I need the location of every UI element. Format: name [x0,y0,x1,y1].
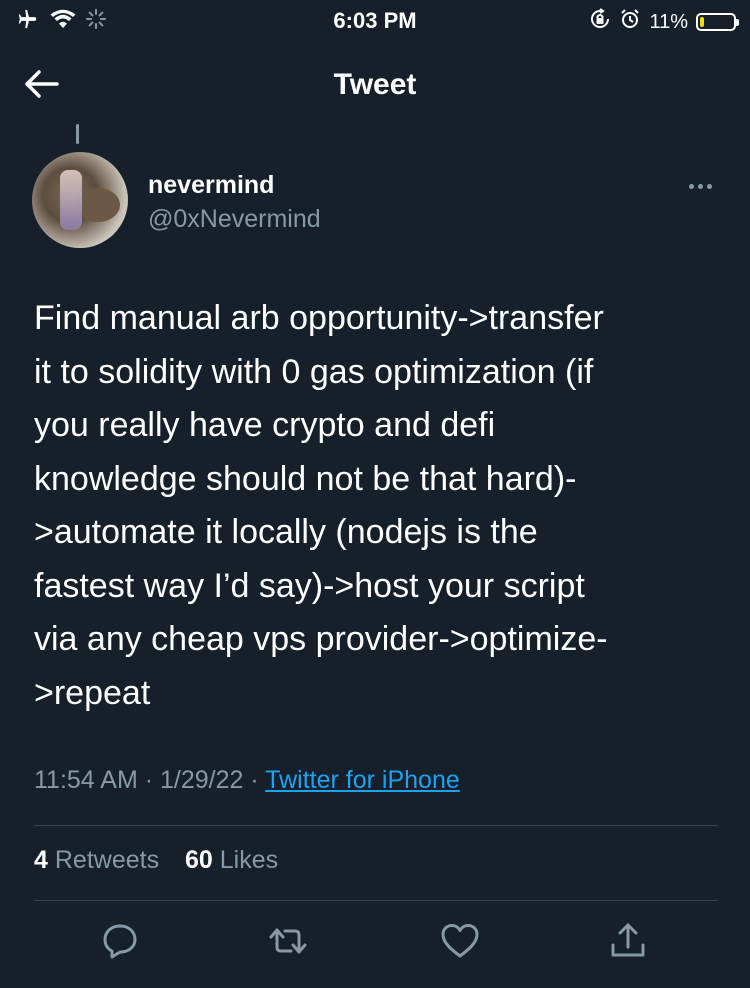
nav-bar: Tweet [0,52,750,118]
reply-button[interactable] [96,919,144,967]
status-right: 11% [589,8,739,36]
like-button[interactable] [436,919,484,967]
tweet-stats: 4 Retweets 60 Likes [34,846,278,875]
page-title: Tweet [333,68,417,101]
divider [34,825,718,826]
avatar-image-shape [76,188,120,222]
tweet-text-line: Find manual arb opportunity->transfer [34,299,604,337]
tweet-meta: 11:54 AM · 1/29/22 · Twitter for iPhone [34,766,460,795]
tweet-text-line: it to solidity with 0 gas optimization (… [34,352,594,391]
battery-icon [696,13,739,31]
tweet-text: Find manual arb opportunity->transfer it… [34,292,724,720]
retweets-label: Retweets [54,846,160,874]
orientation-lock-icon [589,8,611,36]
tweet-text-line: >automate it locally (nodejs is the [34,513,538,551]
retweet-icon [267,921,309,966]
meta-separator: · [144,766,161,794]
author-name[interactable]: nevermind [148,171,274,200]
tweet-date: 1/29/22 [160,766,244,794]
status-bar: 6:03 PM 11% [0,0,750,44]
retweets-stat[interactable]: 4 Retweets [34,846,159,874]
tweet-text-line: knowledge should not be that hard)- [34,459,577,498]
retweet-button[interactable] [264,919,312,967]
battery-percent: 11% [649,10,688,33]
more-dot-icon [706,183,712,189]
tweet-source-link[interactable]: Twitter for iPhone [265,766,460,794]
alarm-icon [619,8,641,36]
share-button[interactable] [604,919,652,967]
thread-connector-line [76,124,79,144]
divider [34,900,718,901]
tweet-text-line: you really have crypto and defi [34,406,496,444]
tweet-text-line: >repeat [34,673,151,712]
tweet-text-line: fastest way I’d say)->host your script [34,566,585,605]
meta-separator: · [250,766,266,794]
heart-icon [439,921,481,966]
more-dot-icon [697,183,703,189]
tweet-text-line: via any cheap vps provider->optimize- [34,620,608,658]
retweets-count: 4 [34,846,48,874]
likes-count: 60 [184,846,213,874]
avatar-image-figure [60,170,82,230]
author-handle[interactable]: @0xNevermind [148,205,321,234]
more-options-button[interactable] [680,172,720,200]
tweet-actions [0,915,750,971]
tweet-time: 11:54 AM [34,766,138,794]
avatar[interactable] [32,152,128,248]
comment-icon [100,921,140,966]
likes-stat[interactable]: 60 Likes [185,846,278,874]
battery-level-fill [700,17,704,27]
more-dot-icon [688,183,694,189]
likes-label: Likes [219,846,279,874]
share-icon [608,921,648,966]
